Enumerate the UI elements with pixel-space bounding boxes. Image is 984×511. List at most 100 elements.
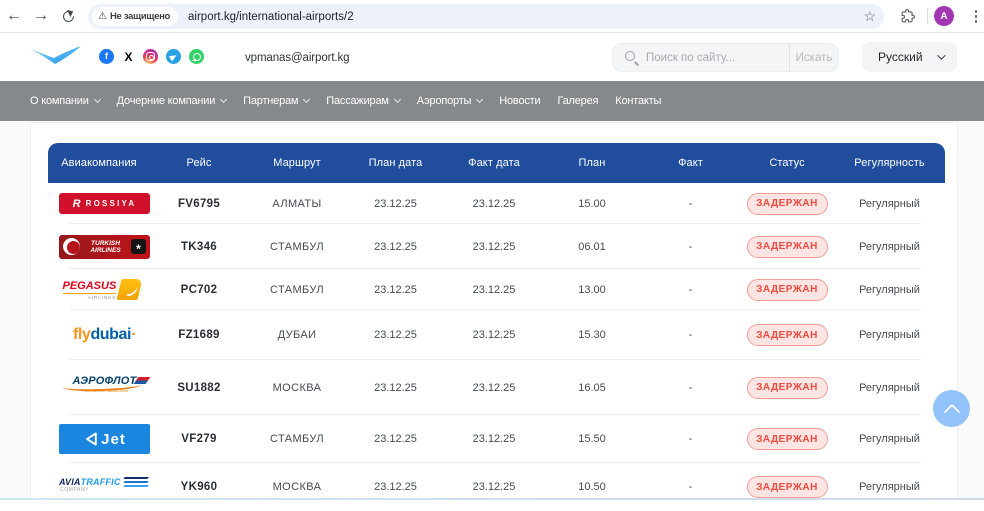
status-badge: ЗАДЕРЖАН	[747, 324, 828, 346]
fact-date: 23.12.25	[445, 284, 543, 296]
fact-date: 23.12.25	[445, 329, 543, 341]
fact-date: 23.12.25	[445, 241, 543, 253]
status-badge: ЗАДЕРЖАН	[747, 279, 828, 301]
fact-time: -	[641, 382, 740, 394]
plan-date: 23.12.25	[346, 198, 445, 210]
route: МОСКВА	[248, 382, 346, 394]
plan-time: 15.30	[543, 329, 641, 341]
search-icon	[625, 51, 638, 64]
col-plan-date: План дата	[346, 157, 445, 169]
table-row: TURKISHAIRLINES* TK346 СТАМБУЛ 23.12.25 …	[48, 224, 945, 269]
table-row: АЭРОФЛОТРоссийские авиалинии SU1882 МОСК…	[48, 360, 945, 415]
profile-avatar[interactable]: A	[934, 6, 954, 26]
status-badge: ЗАДЕРЖАН	[747, 428, 828, 450]
fact-time: -	[641, 481, 740, 493]
fact-time: -	[641, 433, 740, 445]
table-header: Авиакомпания Рейс Маршрут План дата Факт…	[48, 143, 945, 183]
nav-item-about[interactable]: О компании	[30, 95, 100, 107]
main-nav: О компании Дочерние компании Партнерам П…	[0, 81, 984, 121]
toolbar-divider	[927, 8, 928, 24]
plan-time: 16.05	[543, 382, 641, 394]
scroll-to-top-button[interactable]	[933, 390, 970, 427]
regularity: Регулярный	[834, 198, 945, 210]
rossiya-logo: RROSSIYA	[59, 193, 150, 214]
col-airline: Авиакомпания	[48, 157, 150, 169]
chevron-down-icon	[303, 96, 310, 103]
content-panel: Авиакомпания Рейс Маршрут План дата Факт…	[30, 122, 958, 500]
nav-item-partners[interactable]: Партнерам	[243, 95, 309, 107]
fact-date: 23.12.25	[445, 198, 543, 210]
page-content: Авиакомпания Рейс Маршрут План дата Факт…	[0, 121, 984, 500]
flydubai-logo: flydubai·	[73, 326, 136, 344]
status-badge: ЗАДЕРЖАН	[747, 377, 828, 399]
flights-table: Авиакомпания Рейс Маршрут План дата Факт…	[48, 143, 945, 511]
chevron-down-icon	[94, 96, 101, 103]
nav-item-passengers[interactable]: Пассажирам	[326, 95, 399, 107]
x-twitter-icon[interactable]: X	[122, 49, 135, 64]
address-bar[interactable]: ⚠ Не защищено airport.kg/international-a…	[88, 4, 884, 29]
bookmark-star-icon[interactable]: ☆	[863, 4, 876, 29]
nav-item-subsidiaries[interactable]: Дочерние компании	[117, 95, 226, 107]
browser-toolbar: ← → ⚠ Не защищено airport.kg/internation…	[0, 0, 984, 33]
language-selector[interactable]: Русский	[862, 42, 957, 72]
search-placeholder[interactable]: Поиск по сайту...	[646, 52, 789, 64]
telegram-icon[interactable]	[166, 49, 181, 64]
table-row: Jet VF279 СТАМБУЛ 23.12.25 23.12.25 15.5…	[48, 415, 945, 463]
back-icon[interactable]: ←	[2, 0, 26, 32]
site-logo[interactable]	[28, 45, 82, 70]
search-button[interactable]: Искать	[790, 52, 838, 64]
col-regularity: Регулярность	[834, 157, 945, 169]
menu-icon[interactable]	[969, 9, 983, 24]
warning-icon: ⚠	[98, 12, 107, 22]
plan-date: 23.12.25	[346, 241, 445, 253]
fact-time: -	[641, 198, 740, 210]
regularity: Регулярный	[834, 433, 945, 445]
flight-number: FV6795	[150, 198, 248, 210]
col-flight: Рейс	[150, 157, 248, 169]
instagram-icon[interactable]	[143, 49, 158, 64]
nav-item-contacts[interactable]: Контакты	[615, 95, 661, 107]
chevron-down-icon	[476, 96, 483, 103]
flight-number: FZ1689	[150, 329, 248, 341]
site-search[interactable]: Поиск по сайту... Искать	[612, 43, 839, 72]
extensions-icon[interactable]	[901, 9, 915, 28]
regularity: Регулярный	[834, 241, 945, 253]
security-chip[interactable]: ⚠ Не защищено	[92, 7, 178, 26]
col-route: Маршрут	[248, 157, 346, 169]
contact-email[interactable]: vpmanas@airport.kg	[245, 52, 349, 64]
security-label: Не защищено	[110, 11, 170, 22]
nav-item-news[interactable]: Новости	[499, 95, 540, 107]
forward-icon[interactable]: →	[29, 0, 53, 32]
route: СТАМБУЛ	[248, 241, 346, 253]
flight-number: VF279	[150, 433, 248, 445]
fact-time: -	[641, 284, 740, 296]
nav-item-airports[interactable]: Аэропорты	[417, 95, 483, 107]
social-links: f X	[99, 49, 204, 64]
plan-date: 23.12.25	[346, 433, 445, 445]
pegasus-logo: PEGASUSAIRLINES	[63, 278, 147, 302]
status-badge: ЗАДЕРЖАН	[747, 193, 828, 215]
plan-time: 13.00	[543, 284, 641, 296]
route: МОСКВА	[248, 481, 346, 493]
route: СТАМБУЛ	[248, 433, 346, 445]
route: ДУБАИ	[248, 329, 346, 341]
nav-item-gallery[interactable]: Галерея	[557, 95, 598, 107]
plan-time: 15.00	[543, 198, 641, 210]
whatsapp-icon[interactable]	[189, 49, 204, 64]
regularity: Регулярный	[834, 284, 945, 296]
fact-date: 23.12.25	[445, 382, 543, 394]
facebook-icon[interactable]: f	[99, 49, 114, 64]
plan-time: 15.50	[543, 433, 641, 445]
turkish-airlines-logo: TURKISHAIRLINES*	[59, 235, 150, 259]
route: СТАМБУЛ	[248, 284, 346, 296]
regularity: Регулярный	[834, 481, 945, 493]
reload-icon[interactable]	[56, 0, 80, 32]
regularity: Регулярный	[834, 329, 945, 341]
avia-traffic-logo: AVIATRAFFICCOMPANY	[59, 477, 150, 497]
ajet-logo: Jet	[59, 424, 150, 454]
flight-number: PC702	[150, 284, 248, 296]
site-header: f X vpmanas@airport.kg Поиск по сайту...…	[0, 34, 984, 81]
col-fact-date: Факт дата	[445, 157, 543, 169]
flight-number: TK346	[150, 241, 248, 253]
fact-time: -	[641, 329, 740, 341]
